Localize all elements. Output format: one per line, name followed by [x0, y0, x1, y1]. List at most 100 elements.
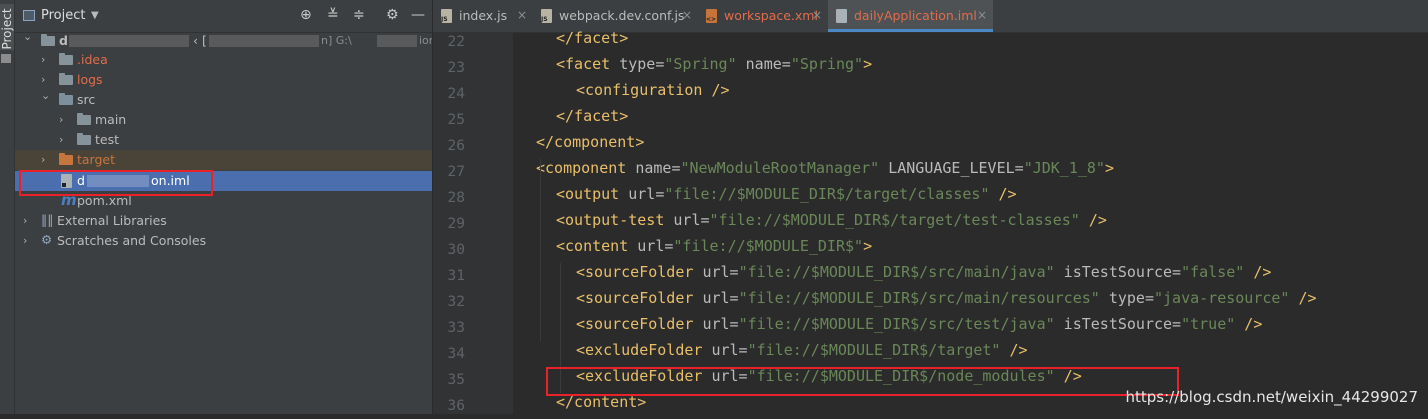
- code-token-tag: <sourceFolder: [576, 263, 703, 281]
- tree-row-0[interactable]: ⌄ d ‹ [n] G:\ ion: [15, 30, 436, 51]
- tree-label: target: [77, 152, 116, 167]
- folder-icon: [59, 93, 73, 105]
- indent-guide: [540, 159, 541, 341]
- structure-icon[interactable]: [1, 54, 11, 63]
- project-view-icon: [23, 10, 35, 21]
- code-token-attr: type=: [619, 55, 665, 73]
- line-number: 30: [447, 242, 465, 258]
- view-dropdown-chevron-icon[interactable]: ▼: [91, 10, 99, 21]
- code-line[interactable]: </facet>: [556, 107, 628, 133]
- code-line[interactable]: </facet>: [556, 29, 628, 55]
- code-line[interactable]: <output-test url="file://$MODULE_DIR$/ta…: [556, 211, 1107, 237]
- chevron-right-icon[interactable]: ›: [41, 73, 45, 86]
- code-line[interactable]: <sourceFolder url="file://$MODULE_DIR$/s…: [576, 315, 1262, 341]
- code-token-attr: url=: [711, 341, 748, 359]
- code-token-tag: >: [863, 237, 873, 255]
- code-line[interactable]: <sourceFolder url="file://$MODULE_DIR$/s…: [576, 263, 1271, 289]
- code-token-val: "file://$MODULE_DIR$": [673, 237, 864, 255]
- gear-icon[interactable]: ⚙: [386, 7, 399, 23]
- expand-all-icon[interactable]: ≚: [327, 7, 339, 23]
- code-token-val: "false": [1181, 263, 1245, 281]
- chevron-right-icon[interactable]: ›: [41, 153, 45, 166]
- tree-row-6[interactable]: › target: [15, 150, 432, 170]
- code-token-val: "NewModuleRootManager": [680, 159, 880, 177]
- tab-webpack-dev-conf-js[interactable]: JS webpack.dev.conf.js ×: [533, 0, 698, 32]
- code-line[interactable]: <excludeFolder url="file://$MODULE_DIR$/…: [576, 367, 1082, 393]
- tree-row-2[interactable]: › logs: [15, 70, 432, 90]
- collapse-all-icon[interactable]: ≑: [353, 7, 365, 23]
- scratches-icon: ⚙: [41, 232, 53, 247]
- code-line[interactable]: <facet type="Spring" name="Spring">: [556, 55, 872, 81]
- tree-row-5[interactable]: › test: [15, 130, 432, 150]
- code-token-val: "file://$MODULE_DIR$/src/main/resources": [738, 289, 1100, 307]
- code-token-attr: url=: [702, 289, 739, 307]
- line-number: 26: [447, 138, 465, 154]
- line-number: 36: [447, 398, 465, 414]
- tree-label: d: [59, 33, 68, 48]
- close-icon[interactable]: ×: [977, 8, 987, 22]
- project-panel-title[interactable]: Project: [41, 8, 85, 23]
- chevron-right-icon[interactable]: ›: [23, 214, 27, 227]
- code-token-tag: <facet: [556, 55, 620, 73]
- tab-label: webpack.dev.conf.js: [559, 8, 685, 23]
- code-view[interactable]: </facet> <facet type="Spring" name="Sprin…: [513, 29, 1428, 414]
- code-line[interactable]: <sourceFolder url="file://$MODULE_DIR$/s…: [576, 289, 1317, 315]
- tab-workspace-xml[interactable]: <> workspace.xml ×: [698, 0, 828, 32]
- code-token-attr: name=: [635, 159, 681, 177]
- tree-label: d: [77, 173, 85, 188]
- close-icon[interactable]: ×: [812, 8, 822, 22]
- code-token-tag: <sourceFolder: [576, 289, 703, 307]
- libraries-icon: ‖‖: [41, 212, 54, 227]
- line-number: 34: [447, 346, 465, 362]
- code-token-val: "file://$MODULE_DIR$/node_modules": [747, 367, 1055, 385]
- chevron-down-icon[interactable]: ⌄: [41, 89, 50, 102]
- code-token-tag: >: [1104, 159, 1114, 177]
- code-token-attr: type=: [1099, 289, 1154, 307]
- code-line[interactable]: <output url="file://$MODULE_DIR$/target/…: [556, 185, 1017, 211]
- chevron-right-icon[interactable]: ›: [59, 133, 63, 146]
- close-icon[interactable]: ×: [682, 8, 692, 22]
- iml-file-icon: [61, 174, 72, 188]
- maven-icon: m: [61, 191, 77, 209]
- tree-label: main: [95, 112, 127, 127]
- chevron-down-icon[interactable]: ⌄: [23, 30, 32, 43]
- tree-row-7[interactable]: d on.iml: [15, 171, 432, 191]
- code-token-attr: url=: [673, 211, 710, 229]
- code-token-tag: </facet>: [556, 107, 629, 125]
- code-line[interactable]: <excludeFolder url="file://$MODULE_DIR$/…: [576, 341, 1028, 367]
- line-number: 31: [447, 268, 465, 284]
- line-number: 27: [447, 164, 465, 180]
- project-tool-tab[interactable]: Project: [0, 4, 14, 50]
- code-token-attr: url=: [702, 263, 739, 281]
- tree-row-1[interactable]: › .idea: [15, 50, 432, 70]
- code-token-val: "Spring": [790, 55, 864, 73]
- tab-index-js[interactable]: JS index.js ×: [433, 0, 533, 32]
- tree-row-8[interactable]: m pom.xml: [15, 191, 432, 211]
- locate-icon[interactable]: ⊕: [300, 7, 312, 23]
- project-tool-tab-label: Project: [0, 8, 14, 50]
- code-token-tag: />: [1289, 289, 1317, 307]
- code-line[interactable]: </content>: [556, 393, 646, 419]
- close-icon[interactable]: ×: [517, 8, 527, 22]
- chevron-right-icon[interactable]: ›: [41, 53, 45, 66]
- tree-row-3[interactable]: ⌄ src: [15, 89, 432, 110]
- tab-dailyApplication-iml[interactable]: dailyApplication.iml ×: [828, 0, 993, 32]
- chevron-right-icon[interactable]: ›: [23, 234, 27, 247]
- folder-icon: [59, 153, 73, 165]
- code-token-tag: >: [863, 55, 873, 73]
- tree-row-10[interactable]: › ⚙ Scratches and Consoles: [15, 231, 432, 251]
- code-line[interactable]: <content url="file://$MODULE_DIR$">: [556, 237, 872, 263]
- code-token-attr: url=: [702, 315, 739, 333]
- code-line[interactable]: <configuration />: [576, 81, 730, 107]
- tab-label: workspace.xml: [724, 8, 818, 23]
- chevron-right-icon[interactable]: ›: [59, 113, 63, 126]
- tool-window-strip: Project: [0, 0, 15, 414]
- redacted-text: [209, 35, 319, 47]
- tree-label: src: [77, 92, 96, 107]
- code-line[interactable]: <component name="NewModuleRootManager" L…: [536, 159, 1114, 185]
- tree-row-4[interactable]: › main: [15, 110, 432, 130]
- code-token-attr: LANGUAGE_LEVEL=: [879, 159, 1024, 177]
- tree-row-9[interactable]: › ‖‖ External Libraries: [15, 211, 432, 231]
- code-line[interactable]: </component>: [536, 133, 644, 159]
- minimize-icon[interactable]: —: [411, 7, 425, 23]
